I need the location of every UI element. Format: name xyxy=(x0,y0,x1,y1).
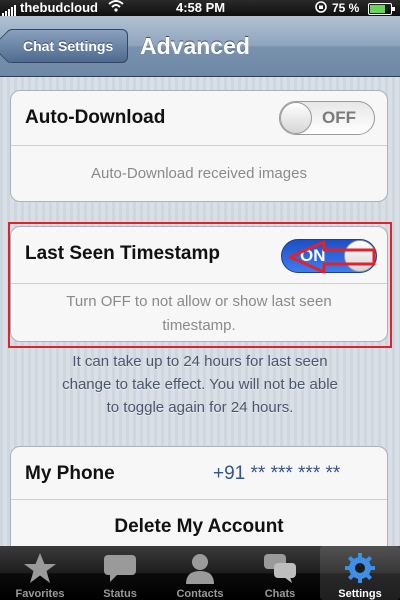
footnote-line: change to take effect. You will not be a… xyxy=(62,376,338,393)
battery-percent: 75 % xyxy=(332,1,360,15)
auto-download-label: Auto-Download xyxy=(25,107,166,128)
tab-label: Chats xyxy=(264,588,296,600)
tab-bar: Favorites Status Contacts Chats Settings xyxy=(0,546,400,600)
tab-label: Favorites xyxy=(15,588,65,600)
footnote-line: It can take up to 24 hours for last seen xyxy=(72,353,328,370)
divider xyxy=(11,145,387,146)
back-button-label: Chat Settings xyxy=(23,38,114,54)
signal-icon xyxy=(2,2,17,17)
tab-label: Contacts xyxy=(176,588,224,600)
tab-status[interactable]: Status xyxy=(80,546,160,600)
tab-favorites[interactable]: Favorites xyxy=(0,546,80,600)
tab-contacts[interactable]: Contacts xyxy=(160,546,240,600)
tab-chats[interactable]: Chats xyxy=(240,546,320,600)
carrier-name: thebudcloud xyxy=(20,0,98,15)
auto-download-section: Auto-Download OFF Auto-Download received… xyxy=(10,90,388,202)
my-phone-label: My Phone xyxy=(25,463,115,484)
back-button[interactable]: Chat Settings xyxy=(6,29,128,63)
my-phone-row[interactable]: My Phone +91 ** *** *** ** xyxy=(11,453,387,495)
auto-download-hint: Auto-Download received images xyxy=(91,165,307,182)
tab-label: Status xyxy=(103,588,137,600)
status-bar: thebudcloud 4:58 PM 75 % xyxy=(0,0,400,17)
tab-settings[interactable]: Settings xyxy=(320,546,400,600)
tab-label: Settings xyxy=(338,588,382,600)
page-title: Advanced xyxy=(140,33,250,59)
auto-download-toggle-state: OFF xyxy=(322,108,356,127)
last-seen-footnote: It can take up to 24 hours for last seen… xyxy=(10,350,390,419)
auto-download-toggle[interactable]: OFF xyxy=(279,101,375,135)
battery-icon xyxy=(368,3,395,15)
star-icon xyxy=(24,553,56,583)
person-icon xyxy=(186,554,214,584)
toggle-knob xyxy=(280,102,312,134)
gear-icon xyxy=(345,553,375,583)
chats-icon xyxy=(264,554,296,583)
my-phone-value: +91 ** *** *** ** xyxy=(213,463,341,484)
arrow-annotation-icon xyxy=(288,240,376,274)
navigation-bar: Chat Settings Advanced xyxy=(0,16,400,77)
status-time: 4:58 PM xyxy=(176,0,226,15)
footnote-line: to toggle again for 24 hours. xyxy=(106,399,294,416)
wifi-icon xyxy=(108,0,124,16)
speech-bubble-icon xyxy=(104,555,136,582)
